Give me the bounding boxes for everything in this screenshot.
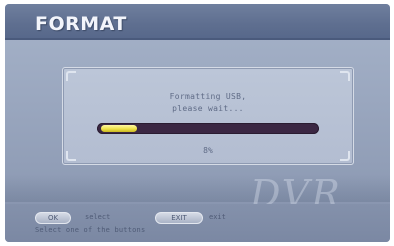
page-title: FORMAT	[35, 13, 127, 35]
format-progress-dialog: Formatting USB, please wait... 8%	[62, 67, 354, 165]
dialog-corner-top-right	[340, 71, 350, 81]
ok-button[interactable]: OK	[35, 212, 71, 224]
dvr-screen: FORMAT Formatting USB, please wait... 8%…	[5, 4, 390, 242]
ok-action-label: select	[85, 213, 111, 221]
footer-hint: Select one of the buttons	[35, 226, 146, 234]
progress-bar-fill	[101, 125, 137, 132]
status-message-line2: please wait...	[172, 104, 244, 113]
title-bar: FORMAT	[5, 4, 390, 40]
dialog-corner-top-left	[66, 71, 76, 81]
progress-bar	[97, 123, 319, 134]
footer-help-bar: OK select EXIT exit Select one of the bu…	[5, 204, 390, 242]
status-message-line1: Formatting USB,	[169, 92, 247, 101]
progress-percent: 8%	[203, 146, 213, 155]
exit-button[interactable]: EXIT	[155, 212, 203, 224]
exit-action-label: exit	[209, 213, 226, 221]
